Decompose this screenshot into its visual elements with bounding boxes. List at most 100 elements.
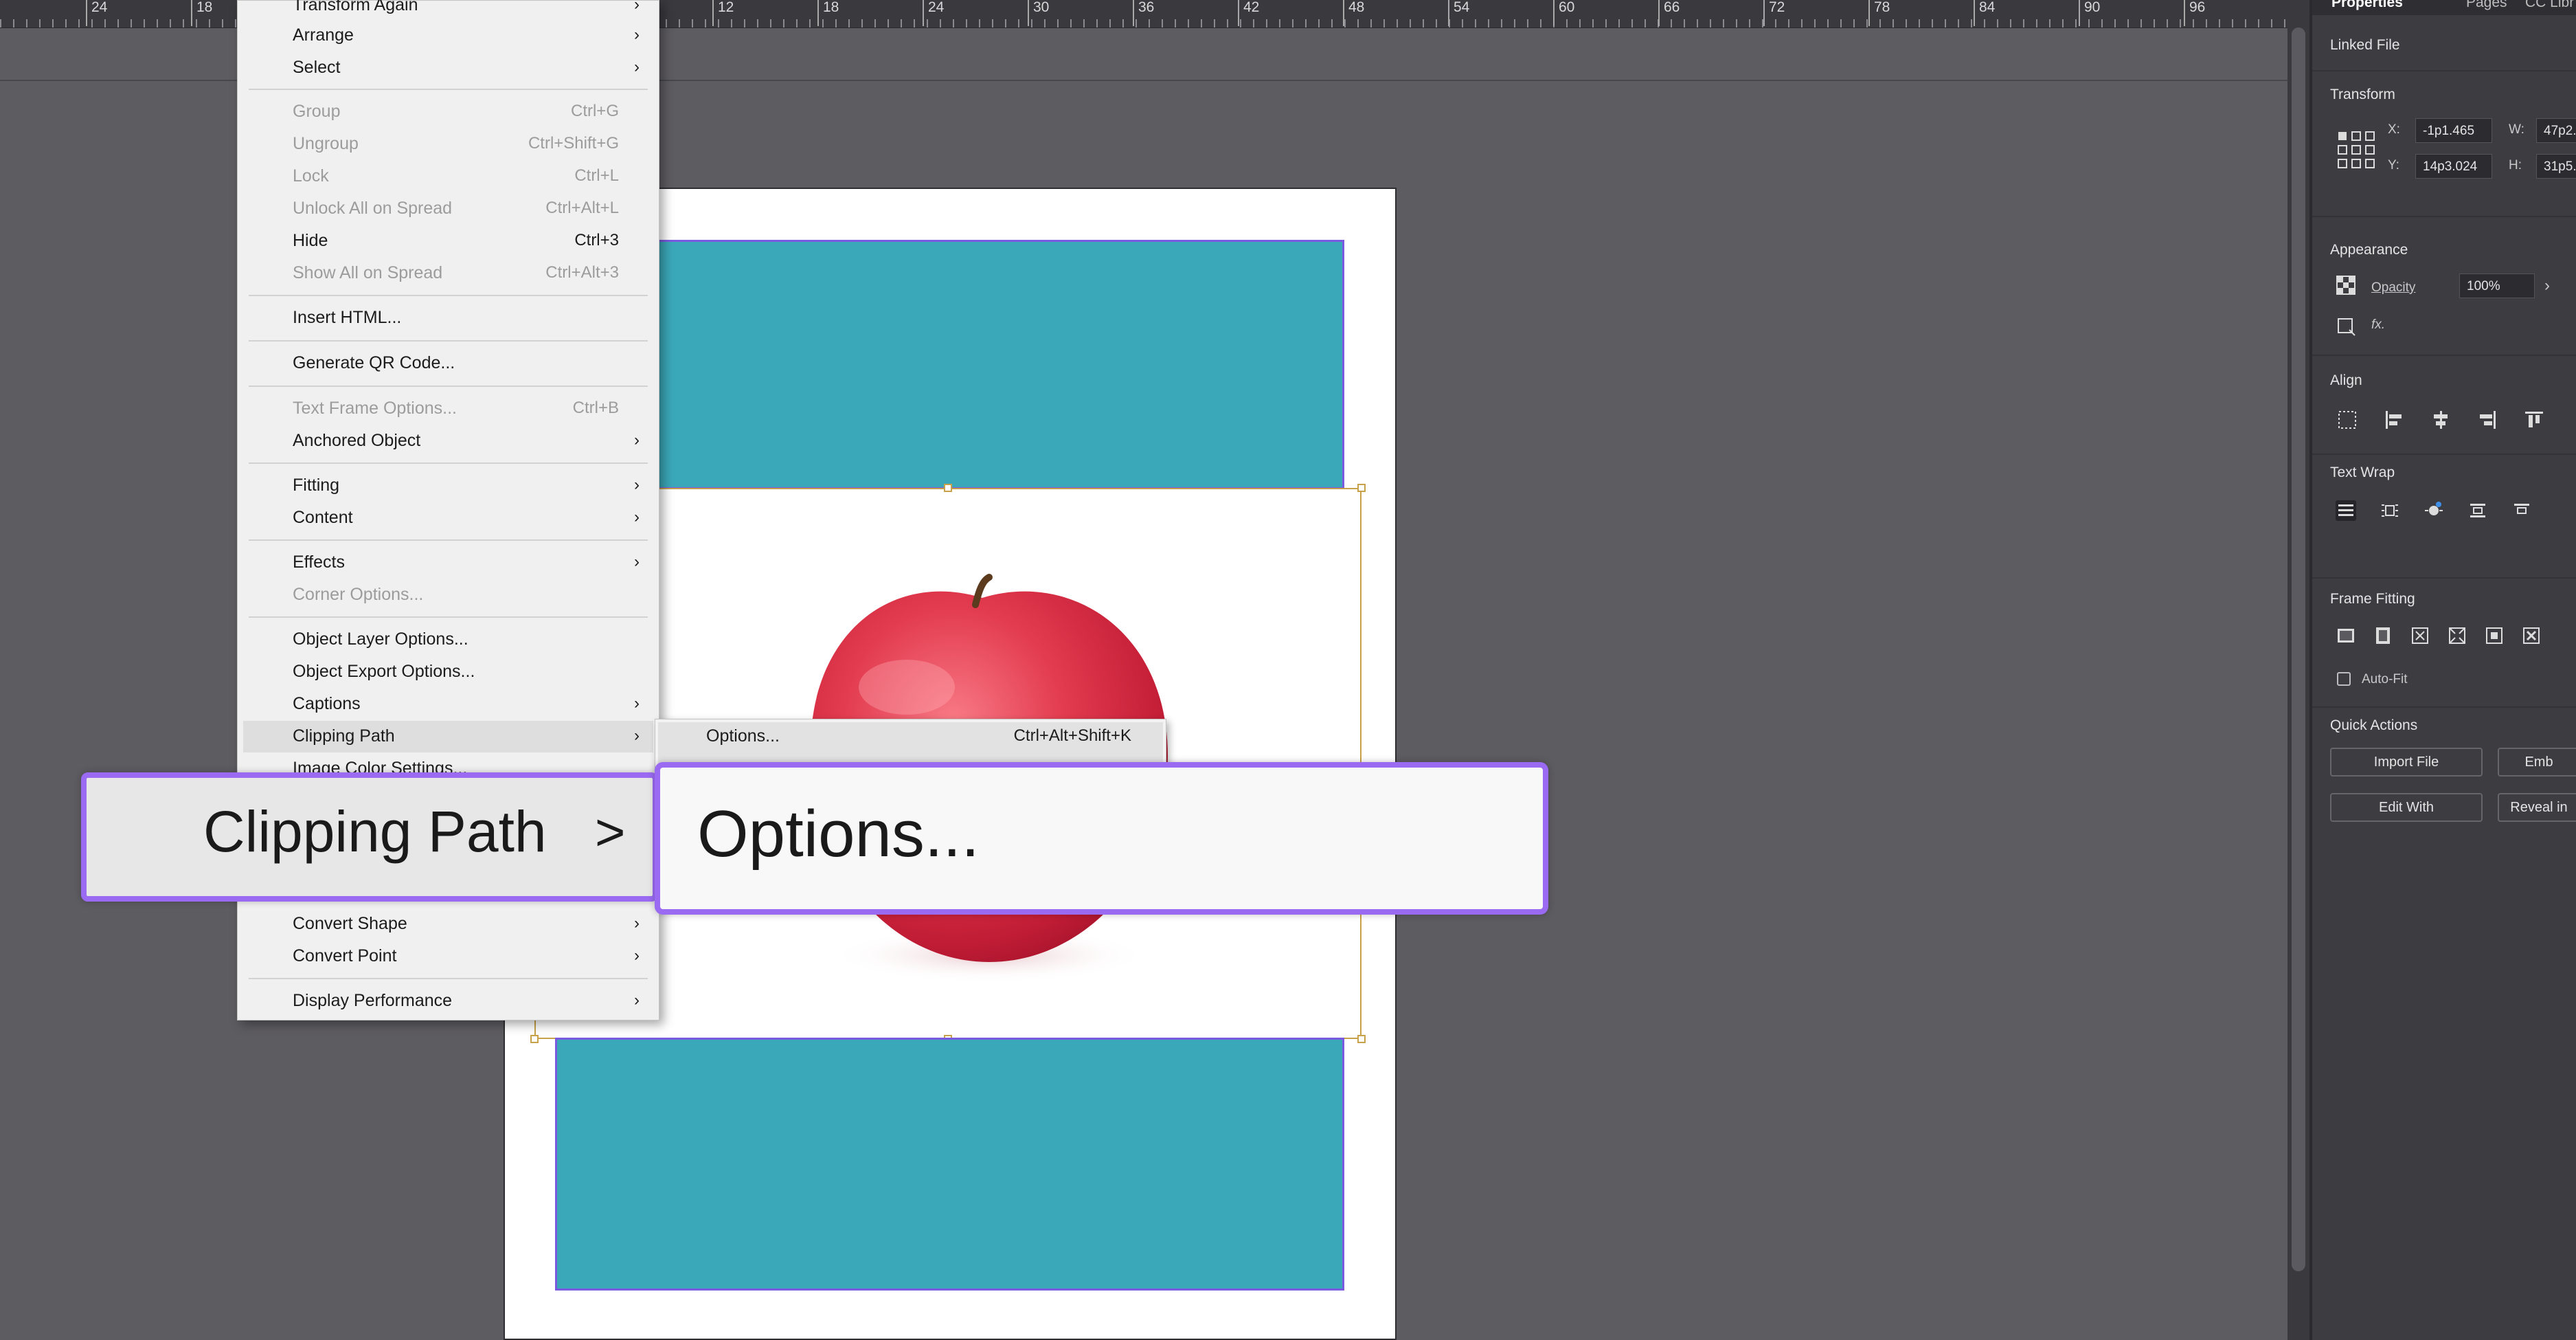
- shortcut-group: Ctrl+G: [570, 102, 619, 120]
- divider: [2312, 706, 2576, 708]
- ruler-label: 60: [1553, 0, 1574, 26]
- menu-separator: [249, 340, 648, 342]
- menu-item-insert-html[interactable]: Insert HTML...: [293, 307, 401, 328]
- divider: [2312, 70, 2576, 71]
- reference-point-icon[interactable]: [2337, 131, 2375, 169]
- menu-item-anchored-object[interactable]: Anchored Object: [293, 430, 420, 451]
- teal-rectangle-bottom[interactable]: [555, 1038, 1344, 1291]
- content-aware-fit-icon[interactable]: [2521, 625, 2542, 646]
- fit-content-proportionally-icon[interactable]: [2373, 625, 2393, 646]
- divider: [2312, 577, 2576, 579]
- menu-item-captions[interactable]: Captions: [293, 693, 361, 714]
- edit-with-button[interactable]: Edit With: [2330, 793, 2483, 822]
- align-right-icon[interactable]: [2477, 410, 2498, 430]
- tab-properties[interactable]: Properties: [2331, 0, 2403, 11]
- vertical-scrollbar[interactable]: [2287, 0, 2309, 1340]
- ruler-label: 18: [191, 0, 212, 26]
- menu-item-arrange[interactable]: Arrange: [293, 25, 354, 45]
- menu-item-object-export-options[interactable]: Object Export Options...: [293, 661, 475, 682]
- chevron-right-icon: ›: [634, 0, 640, 14]
- y-position-field[interactable]: 14p3.024: [2415, 154, 2492, 179]
- shortcut-text-frame-options: Ctrl+B: [572, 399, 619, 417]
- ruler-label: 78: [1868, 0, 1890, 26]
- ruler-label: 90: [2079, 0, 2100, 26]
- opacity-field[interactable]: 100%: [2459, 273, 2535, 298]
- reveal-in-button[interactable]: Reveal in: [2498, 793, 2576, 822]
- menu-separator: [249, 616, 648, 618]
- height-field[interactable]: 31p5.: [2536, 154, 2576, 179]
- zoom-callout-clipping-path[interactable]: Clipping Path >: [81, 772, 658, 902]
- jump-object-icon[interactable]: [2467, 500, 2488, 521]
- width-field[interactable]: 47p2.: [2536, 118, 2576, 143]
- wrap-bounding-box-icon[interactable]: [2380, 500, 2400, 521]
- chevron-right-icon[interactable]: ›: [2544, 276, 2550, 295]
- menu-item-generate-qr-code[interactable]: Generate QR Code...: [293, 353, 455, 373]
- fit-frame-to-content-icon[interactable]: [2410, 625, 2430, 646]
- align-center-icon[interactable]: [2430, 410, 2451, 430]
- ruler-label: 66: [1658, 0, 1680, 26]
- zoom-callout-options[interactable]: Options...: [655, 762, 1548, 915]
- scrollbar-thumb[interactable]: [2292, 27, 2305, 1271]
- menu-separator: [249, 978, 648, 979]
- menu-item-convert-shape[interactable]: Convert Shape: [293, 913, 407, 934]
- chevron-right-icon: ›: [634, 726, 640, 745]
- menu-item-lock: Lock: [293, 166, 329, 186]
- align-top-icon[interactable]: [2524, 410, 2544, 430]
- import-file-button[interactable]: Import File: [2330, 748, 2483, 777]
- h-label: H:: [2509, 158, 2522, 172]
- menu-item-convert-point[interactable]: Convert Point: [293, 946, 396, 966]
- x-position-field[interactable]: -1p1.465: [2415, 118, 2492, 143]
- submenu-item-options[interactable]: Options...: [706, 726, 780, 746]
- frame-fitting-title: Frame Fitting: [2330, 591, 2415, 607]
- chevron-right-icon: ›: [634, 694, 640, 713]
- menu-item-effects[interactable]: Effects: [293, 552, 345, 572]
- transform-title: Transform: [2330, 87, 2395, 102]
- chevron-right-icon: ›: [634, 946, 640, 965]
- stroke-style-icon[interactable]: [2336, 316, 2356, 337]
- center-content-icon[interactable]: [2484, 625, 2505, 646]
- frame-handle[interactable]: [530, 1035, 539, 1043]
- shortcut-hide: Ctrl+3: [574, 231, 619, 249]
- menu-item-hide[interactable]: Hide: [293, 230, 328, 251]
- frame-handle[interactable]: [1357, 1035, 1366, 1043]
- tab-pages[interactable]: Pages: [2466, 0, 2507, 11]
- fx-icon[interactable]: fx.: [2371, 317, 2385, 333]
- menu-item-fitting[interactable]: Fitting: [293, 475, 339, 495]
- menu-item-transform-again[interactable]: Transform Again: [293, 0, 418, 15]
- menu-item-object-layer-options[interactable]: Object Layer Options...: [293, 629, 468, 649]
- chevron-right-icon: ›: [634, 508, 640, 526]
- teal-rectangle-top[interactable]: [555, 240, 1344, 489]
- embed-button[interactable]: Emb: [2498, 748, 2576, 777]
- shortcut-show-all: Ctrl+Alt+3: [545, 263, 619, 282]
- frame-handle[interactable]: [944, 484, 952, 492]
- linked-file-title: Linked File: [2330, 37, 2400, 53]
- ruler-label: 36: [1133, 0, 1154, 26]
- menu-item-content[interactable]: Content: [293, 507, 353, 528]
- align-left-icon[interactable]: [2384, 410, 2404, 430]
- jump-to-next-column-icon[interactable]: [2511, 500, 2532, 521]
- zoom-options-label: Options...: [697, 797, 980, 871]
- fill-frame-proportionally-icon[interactable]: [2336, 625, 2356, 646]
- wrap-object-shape-icon[interactable]: [2424, 500, 2444, 521]
- align-to-selection-icon[interactable]: [2337, 410, 2358, 430]
- text-wrap-title: Text Wrap: [2330, 465, 2395, 480]
- ruler-label: 84: [1974, 0, 1995, 26]
- auto-fit-label: Auto-Fit: [2362, 672, 2408, 686]
- chevron-right-icon: ›: [634, 914, 640, 933]
- ruler-label: 24: [923, 0, 944, 26]
- menu-item-clipping-path[interactable]: Clipping Path: [293, 726, 395, 746]
- no-text-wrap-icon[interactable]: [2336, 500, 2356, 521]
- shortcut-lock: Ctrl+L: [574, 166, 619, 185]
- menu-item-display-performance[interactable]: Display Performance: [293, 990, 452, 1011]
- menu-separator: [249, 539, 648, 541]
- frame-handle[interactable]: [1357, 484, 1366, 492]
- fit-content-to-frame-icon[interactable]: [2447, 625, 2467, 646]
- y-label: Y:: [2388, 158, 2399, 172]
- menu-item-select[interactable]: Select: [293, 57, 340, 78]
- opacity-label[interactable]: Opacity: [2371, 280, 2415, 295]
- auto-fit-checkbox[interactable]: [2337, 672, 2351, 686]
- x-label: X:: [2388, 122, 2400, 137]
- ruler-label: 48: [1343, 0, 1364, 26]
- ruler-label: 24: [86, 0, 107, 26]
- tab-cc-libraries[interactable]: CC Libr: [2525, 0, 2574, 11]
